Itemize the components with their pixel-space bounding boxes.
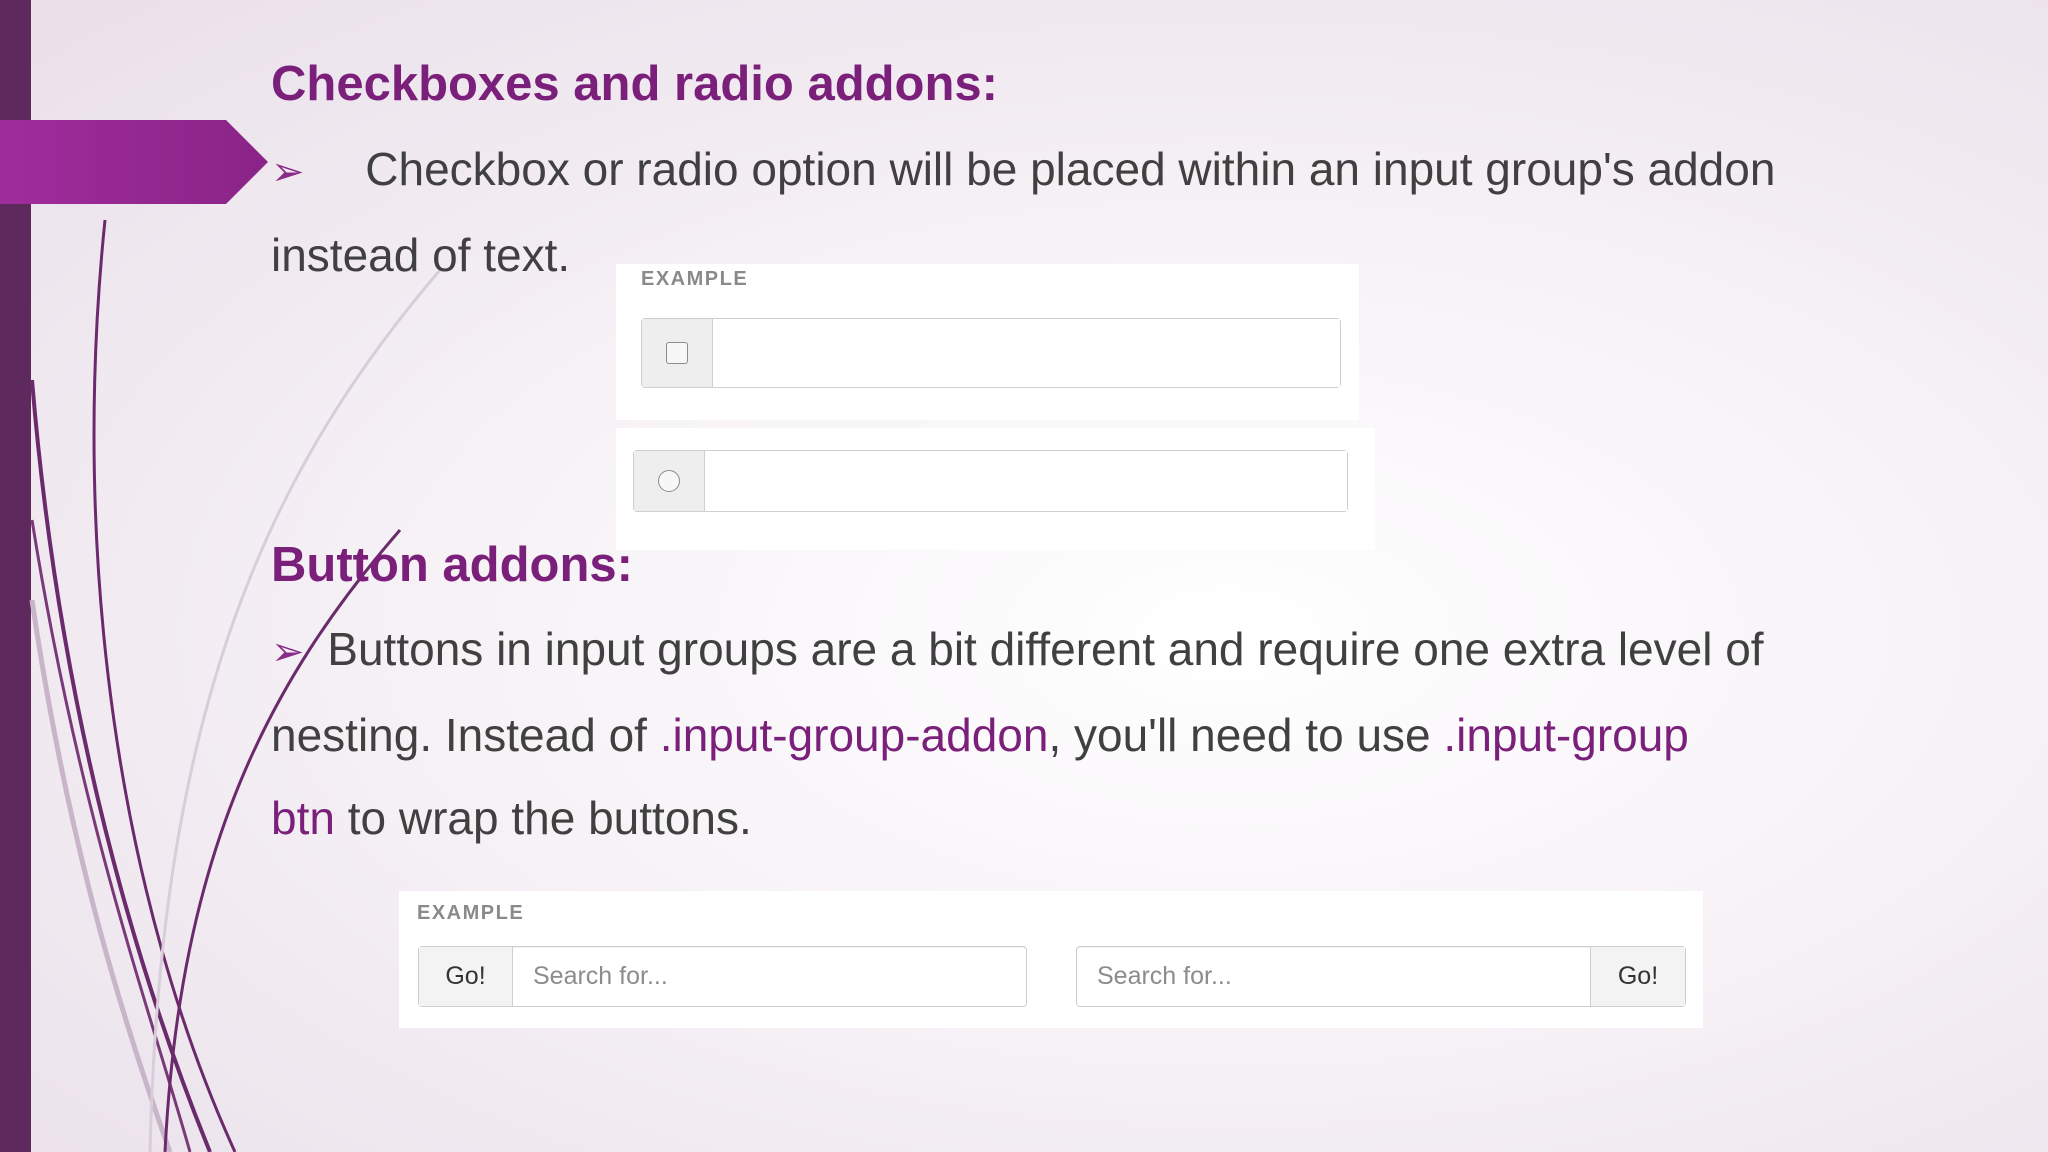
paragraph-line: instead of text. (271, 229, 571, 281)
checkbox[interactable] (666, 342, 688, 364)
go-button[interactable]: Go! (419, 947, 513, 1006)
checkbox-text-input[interactable] (713, 319, 1340, 387)
radio-addon (634, 451, 705, 511)
code-btn: btn (271, 792, 335, 844)
example-panel-checkbox: EXAMPLE (616, 264, 1359, 420)
radio-text-input[interactable] (705, 451, 1347, 511)
paragraph-line: Buttons in input groups are a bit differ… (327, 623, 1764, 675)
radio-input-group (633, 450, 1348, 512)
go-button[interactable]: Go! (1590, 947, 1685, 1006)
bullet-arrow-icon: ➢ (271, 630, 305, 674)
example-panel-buttons: EXAMPLE Go! Search for... Search for... … (399, 891, 1703, 1028)
paragraph-text: nesting. Instead of (271, 709, 660, 761)
search-group-left-button: Go! Search for... (418, 946, 1027, 1007)
paragraph-button-addons: ➢ Buttons in input groups are a bit diff… (271, 608, 2031, 860)
search-group-right-button: Search for... Go! (1076, 946, 1686, 1007)
radio-button[interactable] (658, 470, 680, 492)
code-input-group-addon: .input-group-addon (659, 709, 1049, 761)
bullet-arrow-icon: ➢ (271, 150, 305, 194)
example-panel-radio (616, 428, 1375, 550)
example-label: EXAMPLE (641, 268, 749, 290)
paragraph-text: , you'll need to use (1048, 709, 1444, 761)
example-label: EXAMPLE (417, 902, 525, 924)
paragraph-line: Checkbox or radio option will be placed … (365, 143, 1776, 195)
paragraph-text: to wrap the buttons. (334, 792, 752, 844)
search-input[interactable]: Search for... (1077, 947, 1590, 1006)
section-title-checkbox-radio: Checkboxes and radio addons: (271, 57, 998, 111)
checkbox-addon (642, 319, 713, 387)
code-input-group: .input-group (1443, 709, 1689, 761)
checkbox-input-group (641, 318, 1341, 388)
section-title-button-addons: Button addons: (271, 538, 633, 592)
search-input[interactable]: Search for... (513, 947, 1026, 1006)
